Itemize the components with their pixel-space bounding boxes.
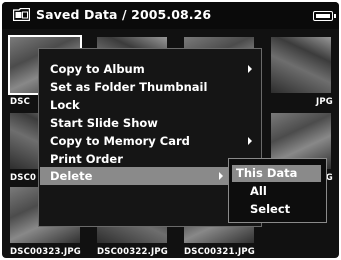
submenu-arrow-icon (248, 137, 252, 145)
menu-item-label: Lock (50, 98, 80, 112)
submenu-item-select[interactable]: Select (250, 201, 290, 218)
menu-item-print-order[interactable]: Print Order (50, 150, 256, 168)
menu-item-label: Start Slide Show (50, 116, 158, 130)
submenu-item-this-data[interactable]: This Data (232, 165, 321, 182)
thumbnail-filename: DSC00323.JPG (10, 247, 81, 257)
menu-item-label: Copy to Memory Card (50, 134, 190, 148)
menu-item-delete[interactable]: Delete (40, 167, 258, 185)
thumbnail-filename: DSC00322.JPG (97, 247, 168, 257)
header-bar: Saved Data / 2005.08.26 (2, 2, 339, 29)
thumbnail-4[interactable] (271, 37, 331, 93)
submenu-arrow-icon (219, 172, 223, 180)
menu-item-label: Copy to Album (50, 62, 145, 76)
device-screen: Saved Data / 2005.08.26 DSC JPG DSC0 JPG… (2, 2, 339, 258)
thumbnail-filename: DSC00321.JPG (184, 247, 255, 257)
menu-item-label: Set as Folder Thumbnail (50, 80, 208, 94)
menu-item-copy-to-album[interactable]: Copy to Album (50, 60, 256, 78)
battery-full-icon (313, 11, 336, 21)
delete-submenu: This Data All Select (228, 158, 327, 223)
menu-item-copy-to-memory-card[interactable]: Copy to Memory Card (50, 132, 256, 150)
folder-icon (13, 8, 30, 21)
menu-item-label: Print Order (50, 152, 123, 166)
menu-item-start-slide-show[interactable]: Start Slide Show (50, 114, 256, 132)
submenu-item-all[interactable]: All (250, 183, 267, 200)
header-title: Saved Data / 2005.08.26 (36, 7, 212, 22)
menu-item-lock[interactable]: Lock (50, 96, 256, 114)
thumbnail-filename: JPG (316, 97, 333, 107)
submenu-arrow-icon (248, 65, 252, 73)
menu-item-label: Delete (50, 169, 93, 183)
thumbnail-filename: DSC0 (10, 173, 37, 183)
thumbnail-filename: DSC (10, 97, 31, 107)
menu-item-set-as-folder-thumbnail[interactable]: Set as Folder Thumbnail (50, 78, 256, 96)
